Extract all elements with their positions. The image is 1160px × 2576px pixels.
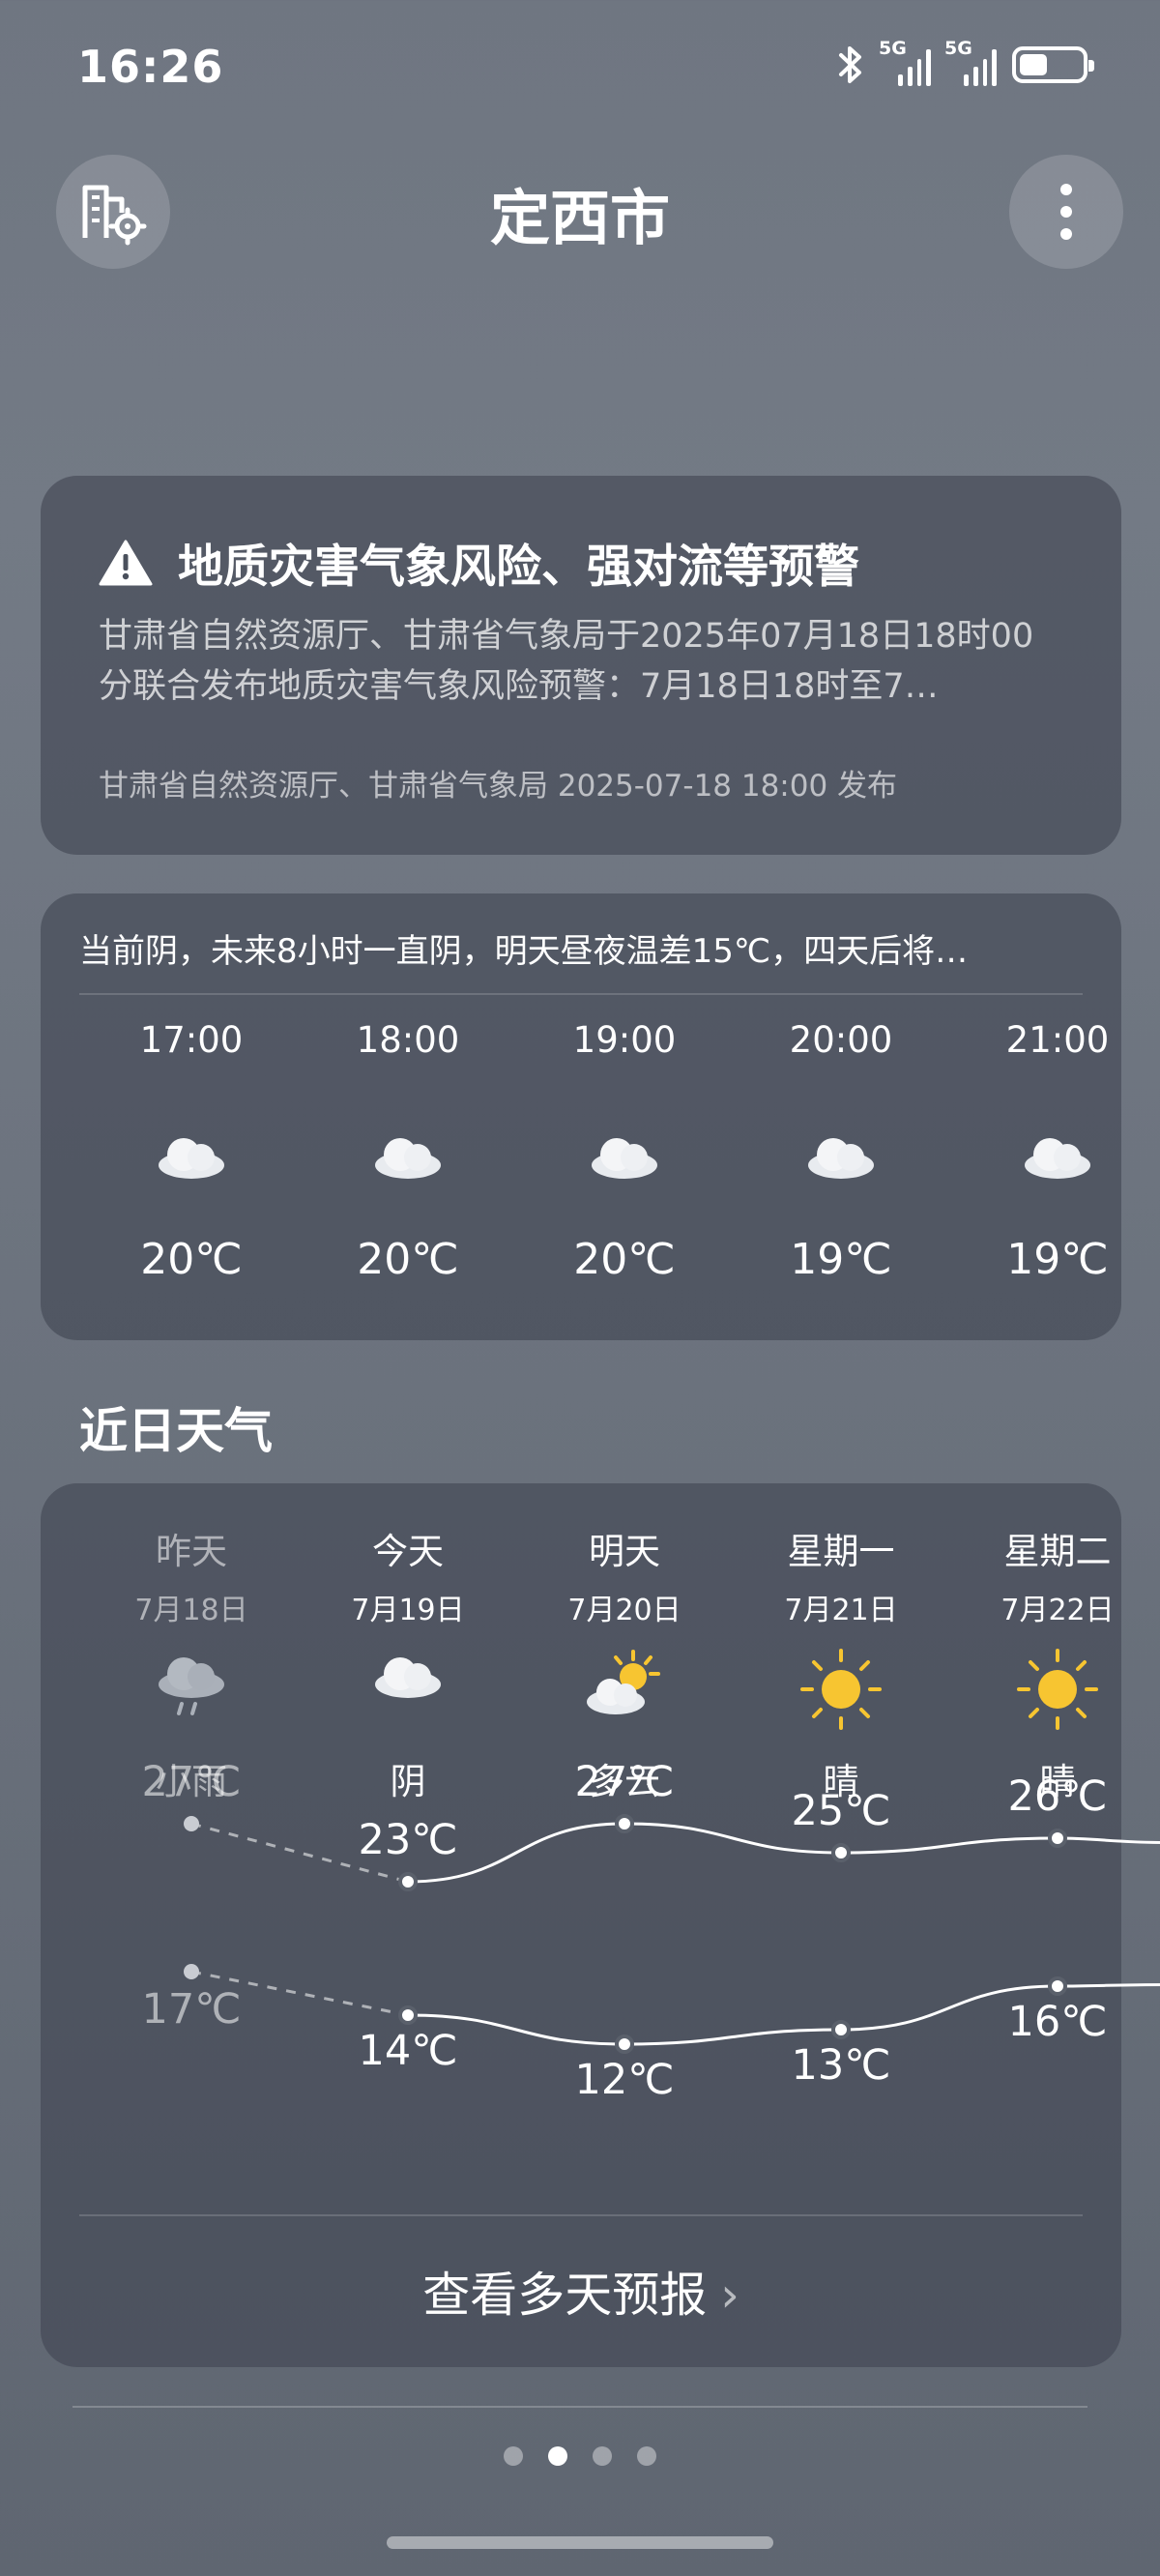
bluetooth-icon [839,46,861,83]
divider [79,993,1083,995]
battery-icon [1012,46,1094,83]
low-temp-label: 16℃ [1007,1998,1108,2046]
date-label: 7月19日 [351,1594,465,1627]
more-vertical-icon [1060,184,1072,240]
hour-label: 20:00 [789,1019,893,1061]
alert-body: 甘肃省自然资源厅、甘肃省气象局于2025年07月18日18时00分联合发布地质灾… [99,617,1034,706]
high-temp-line-point [831,1843,851,1862]
status-bar: 16:26 5G 5G [0,0,1160,145]
partly-cloudy-icon [516,1648,733,1729]
high-temp-line-point [398,1872,418,1891]
hour-temp: 19℃ [790,1235,892,1284]
high-temp-label: 26℃ [1007,1772,1108,1821]
status-icons: 5G 5G [836,38,1094,86]
alert-title: 地质灾害气象风险、强对流等预警 [178,541,859,594]
low-temp-label: 14℃ [358,2027,458,2075]
high-temp-line-point [1048,1829,1067,1848]
rain-cloud-icon [83,1648,300,1729]
more-options-button[interactable] [1009,155,1123,269]
high-temp-line-point [615,1814,634,1833]
daily-item: 星期一 7月21日晴 [733,1522,949,1804]
date-label: 7月18日 [134,1594,248,1627]
daily-item: 星期二 7月22日晴 [949,1522,1160,1804]
hourly-item: 21:00 19℃ [949,1019,1160,1284]
weather-alert-card[interactable]: 地质灾害气象风险、强对流等预警 甘肃省自然资源厅、甘肃省气象局于2025年07月… [41,476,1121,855]
page-dot[interactable] [548,2446,567,2466]
hour-label: 17:00 [139,1019,244,1061]
warning-icon [99,540,153,585]
low-temp-line-point [1048,1976,1067,1996]
alert-header: 地质灾害气象风险、强对流等预警 [99,529,859,596]
day-label: 明天 [589,1531,660,1572]
home-indicator[interactable] [387,2536,773,2549]
hour-label: 19:00 [572,1019,677,1061]
sun-icon [733,1648,949,1730]
daily-item: 今天 7月19日阴 [300,1522,516,1804]
low-temp-label: 17℃ [141,1985,242,2034]
high-temp-label: 27℃ [141,1758,242,1806]
hourly-item: 20:00 19℃ [733,1019,949,1284]
sun-icon [949,1648,1160,1730]
day-label: 星期二 [1003,1531,1112,1572]
status-time: 16:26 [77,41,224,93]
hour-temp: 20℃ [573,1235,676,1284]
forecast-summary: 当前阴，未来8小时一直阴，明天昼夜温差15℃，四天后将… [79,932,969,971]
cloud-icon [300,1648,516,1729]
page-indicator[interactable] [0,2446,1160,2466]
hourly-item: 19:00 20℃ [516,1019,733,1284]
hourly-item: 18:00 20℃ [300,1019,516,1284]
signal-icon: 5G [944,38,997,86]
view-more-forecast-button[interactable]: 查看多天预报 › [41,2257,1121,2326]
divider [72,2406,1088,2408]
cloud-icon [83,1128,300,1206]
chevron-right-icon: › [720,2268,740,2323]
page-dot[interactable] [593,2446,612,2466]
cloud-icon [516,1128,733,1206]
low-temp-label: 12℃ [574,2056,675,2104]
high-temp-label: 23℃ [358,1816,458,1864]
cloud-icon [300,1128,516,1206]
date-label: 7月21日 [784,1594,898,1627]
signal-icon: 5G [879,38,931,86]
date-label: 7月20日 [567,1594,682,1627]
high-temp-label: 27℃ [574,1758,675,1806]
hour-temp: 20℃ [140,1235,243,1284]
cloud-icon [733,1128,949,1206]
low-temp-line-point [398,2005,418,2025]
low-temp-label: 13℃ [791,2041,891,2090]
day-label: 昨天 [156,1531,227,1572]
low-temp-line-point [615,2034,634,2054]
date-label: 7月22日 [1000,1594,1115,1627]
hour-temp: 19℃ [1006,1235,1109,1284]
divider [79,2214,1083,2216]
hourly-item: 17:00 20℃ [83,1019,300,1284]
hourly-forecast-card: 当前阴，未来8小时一直阴，明天昼夜温差15℃，四天后将… 17:00 20℃ 18:… [41,893,1121,1340]
city-title: 定西市 [489,183,670,253]
alert-source: 甘肃省自然资源厅、甘肃省气象局 2025-07-18 18:00 发布 [99,769,898,804]
page-dot[interactable] [637,2446,656,2466]
day-label: 今天 [372,1531,444,1572]
high-temp-line-point [184,1816,199,1831]
high-temp-label: 25℃ [791,1787,891,1835]
view-more-label: 查看多天预报 [422,2268,708,2323]
hour-label: 21:00 [1005,1019,1110,1061]
hour-temp: 20℃ [357,1235,459,1284]
page-dot[interactable] [504,2446,523,2466]
cloud-icon [949,1128,1160,1206]
day-label: 星期一 [787,1531,895,1572]
daily-forecast-card: 昨天 7月18日 小雨 今天 7月19日阴明天 7月20日 多云 星期一 7月21日晴星期二 7月… [41,1483,1160,2367]
recent-weather-title: 近日天气 [79,1403,273,1459]
low-temp-line-point [184,1964,199,1979]
hour-label: 18:00 [356,1019,460,1061]
low-temp-line-point [831,2020,851,2039]
